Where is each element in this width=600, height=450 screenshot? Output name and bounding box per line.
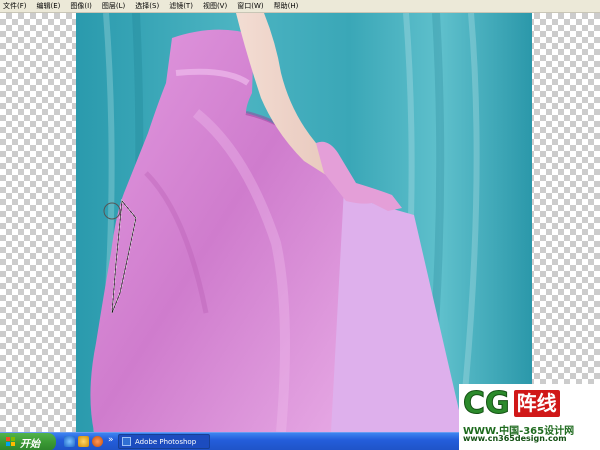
photoshop-icon	[122, 437, 131, 446]
start-button[interactable]: 开始	[0, 433, 56, 450]
watermark-cn-title: 阵线	[513, 390, 560, 417]
menu-bar: 文件(F) 编辑(E) 图像(I) 图层(L) 选择(S) 滤镜(T) 视图(V…	[0, 0, 600, 13]
watermark-url: www.cn365design.com	[463, 434, 567, 443]
document-canvas[interactable]	[0, 13, 600, 432]
windows-logo-icon	[6, 437, 16, 447]
watermark-logo: CG 阵线 WWW.中国-365设计网 www.cn365design.com	[459, 384, 600, 450]
menu-filter[interactable]: 滤镜(T)	[169, 0, 193, 13]
menu-edit[interactable]: 编辑(E)	[37, 0, 61, 13]
taskbar-item-label: Adobe Photoshop	[135, 437, 197, 446]
taskbar-item-photoshop[interactable]: Adobe Photoshop	[118, 434, 210, 449]
media-icon[interactable]	[92, 436, 103, 447]
menu-view[interactable]: 视图(V)	[203, 0, 227, 13]
outlook-icon[interactable]	[78, 436, 89, 447]
menu-file[interactable]: 文件(F)	[3, 0, 27, 13]
quick-launch-expand-icon[interactable]: »	[108, 435, 114, 445]
menu-select[interactable]: 选择(S)	[135, 0, 159, 13]
ie-icon[interactable]	[64, 436, 75, 447]
menu-window[interactable]: 窗口(W)	[237, 0, 263, 13]
photo-image[interactable]	[76, 13, 532, 432]
watermark-cg-letters: CG	[463, 386, 511, 421]
menu-image[interactable]: 图像(I)	[70, 0, 92, 13]
menu-help[interactable]: 帮助(H)	[274, 0, 299, 13]
menu-layer[interactable]: 图层(L)	[102, 0, 125, 13]
start-label: 开始	[20, 438, 40, 450]
